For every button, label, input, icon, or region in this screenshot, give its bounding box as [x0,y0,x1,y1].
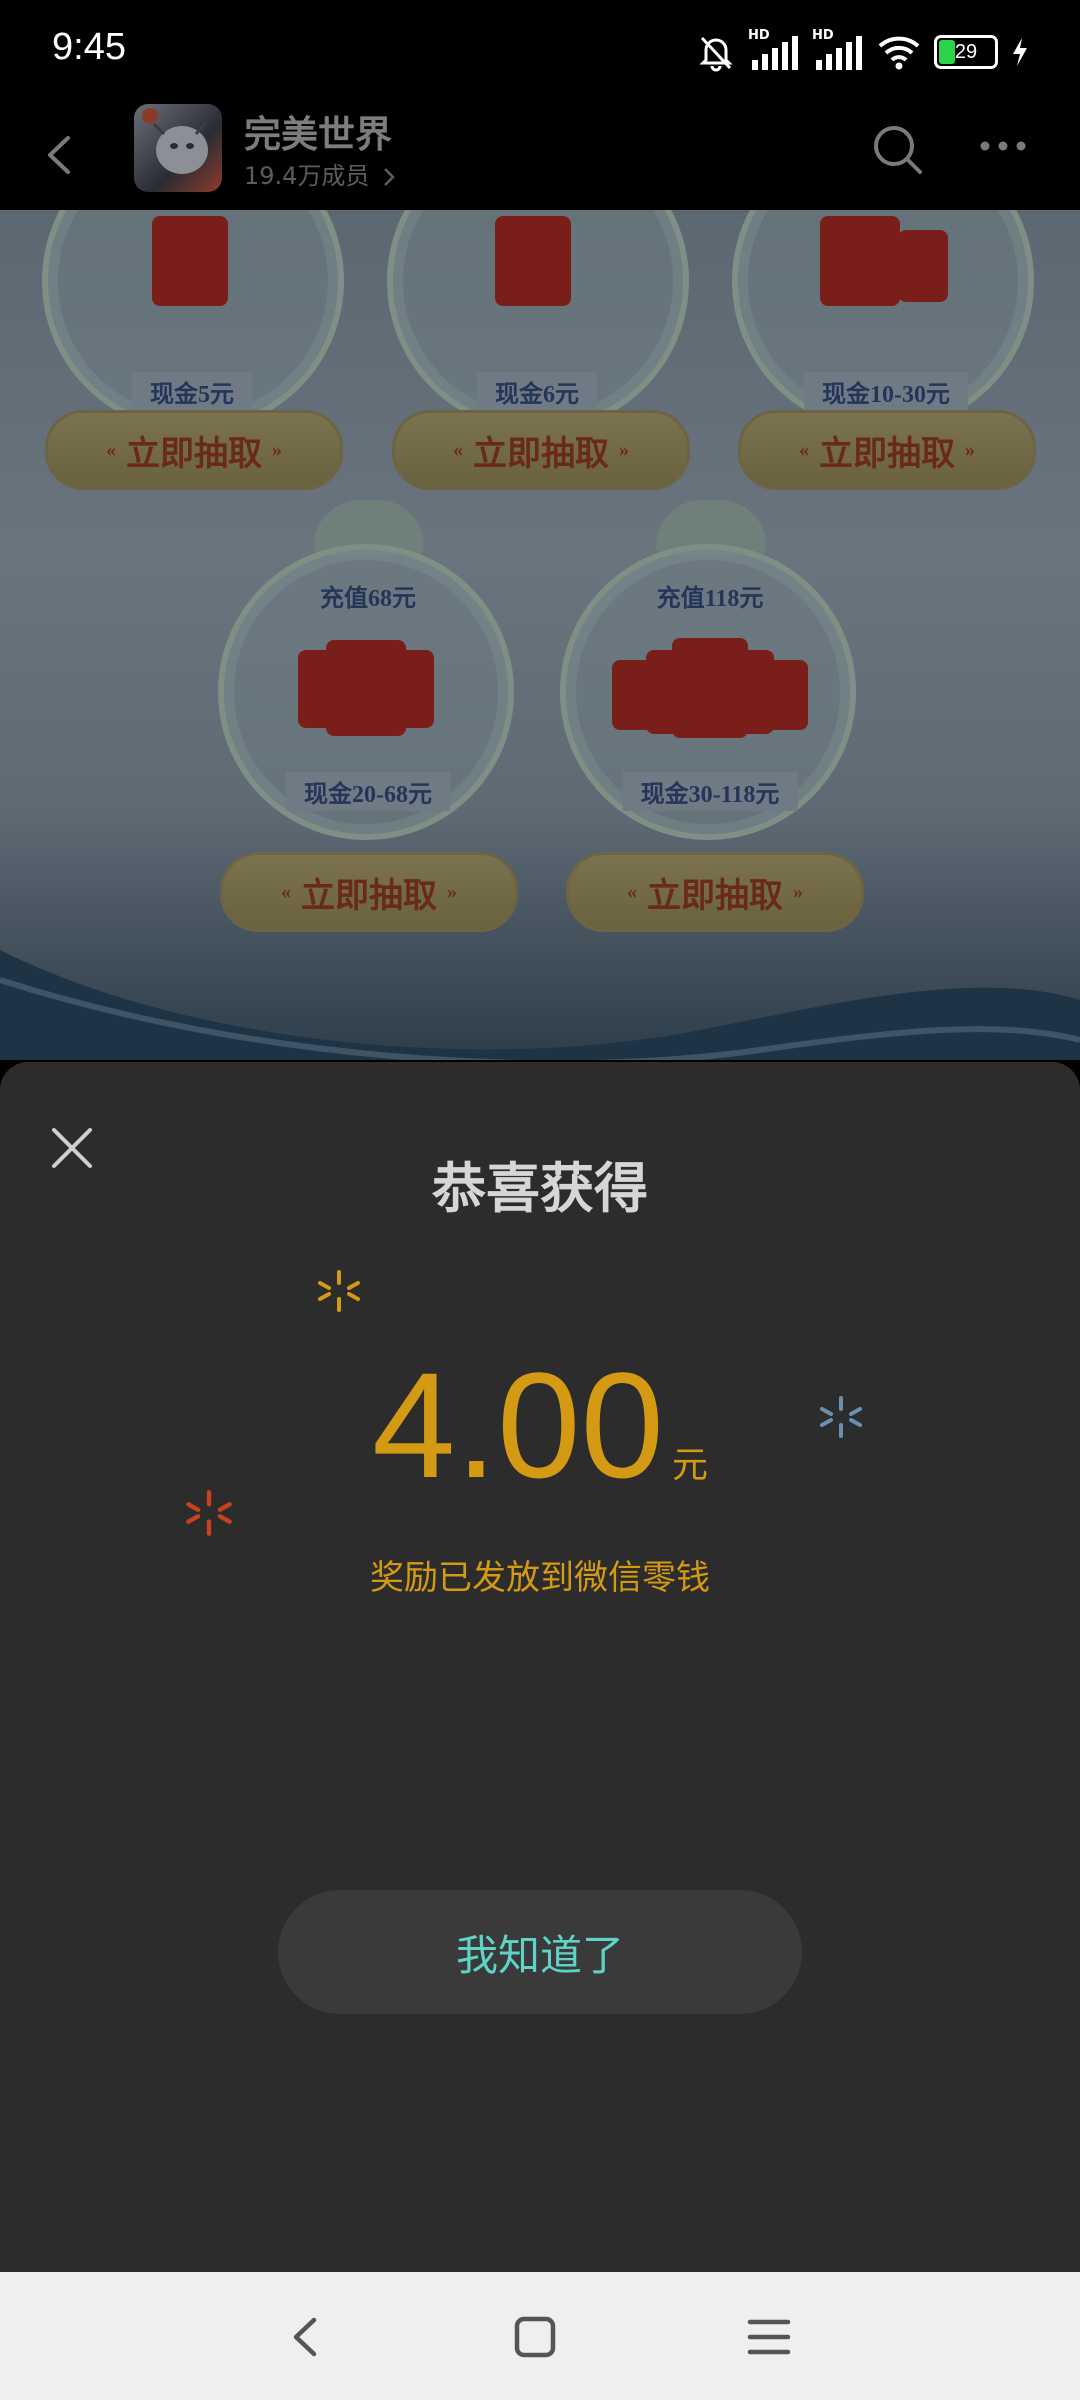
cash-label-5: 现金30-118元 [622,772,798,811]
back-triangle-icon [293,2317,317,2357]
chevron-left-icon [48,136,70,174]
nav-menu-button[interactable] [734,2302,804,2372]
red-envelope-icon [326,640,406,736]
red-envelope-icon [495,216,571,306]
sparkle-icon [318,1270,360,1312]
tiger-avatar-icon [142,108,208,174]
cash-label: 现金5元 [132,372,252,411]
mute-bell-icon [699,36,733,72]
cash-label-4: 现金20-68元 [286,772,450,811]
group-avatar[interactable] [134,104,222,192]
reward-amount: 4.00 [372,1341,664,1509]
signal-1-icon: HD [748,28,800,72]
red-envelope-icon [672,638,748,738]
nav-back-button[interactable] [270,2302,340,2372]
more-button[interactable] [975,122,1035,182]
result-sheet: 恭喜获得 4.00 元 奖励已发放到微信零钱 我知道了 [0,1062,1080,2272]
signal-2-icon: HD [812,28,864,72]
system-nav-bar [0,2272,1080,2400]
member-count-label: 19.4万成员 [244,162,370,190]
reward-note: 奖励已发放到微信零钱 [370,1558,710,1598]
battery-level: 29 [954,40,978,63]
group-member-count[interactable]: 19.4万成员 [244,156,397,191]
red-envelope-icon [898,230,948,302]
lottery-background: 现金5元 现金6元 现金10-30元 «立即抽取» «立即抽取» «立即抽取» … [0,210,1080,1060]
red-envelope-icon [152,216,228,306]
draw-button-2[interactable]: «立即抽取» [392,410,690,490]
status-bar: 9:45 HD HD 29 [0,0,1080,100]
cash-label: 现金10-30元 [804,372,968,411]
back-button[interactable] [36,120,86,190]
draw-button-3[interactable]: «立即抽取» [738,410,1036,490]
group-title[interactable]: 完美世界 [244,104,392,158]
draw-button-1[interactable]: «立即抽取» [45,410,343,490]
cash-label: 现金6元 [477,372,597,411]
status-time: 9:45 [52,26,126,68]
charging-icon [1013,38,1027,66]
nav-home-button[interactable] [500,2302,570,2372]
recharge-label: 充值68元 [320,586,416,612]
battery-icon: 29 [934,35,998,69]
chat-header: 完美世界 19.4万成员 [0,100,1080,210]
sheet-title: 恭喜获得 [432,1157,648,1220]
reward-amount-row: 4.00 元 [0,1350,1080,1500]
search-icon [874,126,922,174]
wave-decoration [0,950,1080,1060]
status-icons: HD HD 29 [696,28,1030,76]
home-square-icon [514,2316,556,2358]
search-button[interactable] [868,120,928,180]
more-dots-icon [980,141,1026,151]
reward-unit: 元 [671,1445,708,1486]
menu-lines-icon [747,2319,791,2355]
red-envelope-icon [820,216,900,306]
recharge-label: 充值118元 [656,586,764,612]
confirm-button[interactable]: 我知道了 [278,1890,802,2014]
chevron-right-icon [384,168,395,186]
wifi-icon [878,36,920,70]
